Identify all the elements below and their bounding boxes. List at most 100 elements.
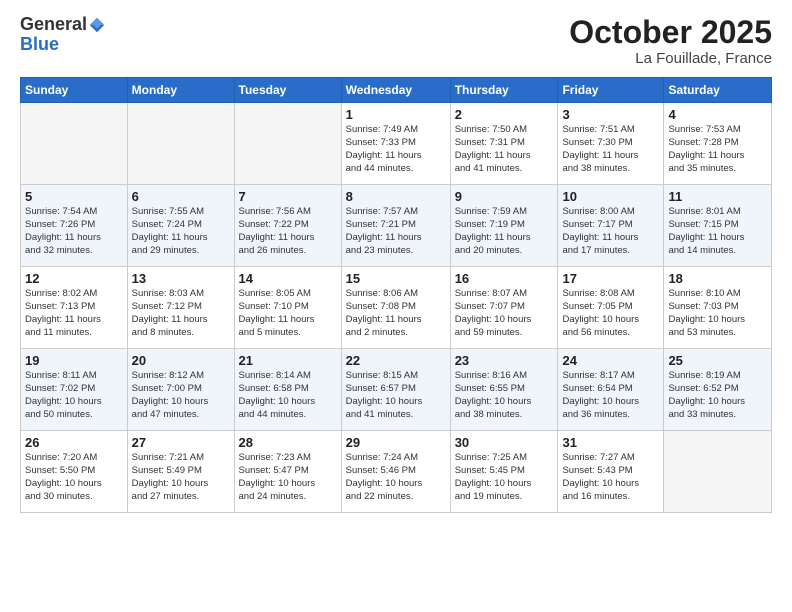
day-number: 23 [455,353,554,368]
title-block: October 2025 La Fouillade, France [569,15,772,67]
calendar-week-row: 12Sunrise: 8:02 AM Sunset: 7:13 PM Dayli… [21,267,772,349]
day-info: Sunrise: 8:17 AM Sunset: 6:54 PM Dayligh… [562,370,659,421]
table-row: 20 Sunrise: 8:12 AM Sunset: 7:00 PM Dayli… [127,349,234,431]
page: General Blue October 2025 La Fouillade, … [0,0,792,612]
day-number: 1 [346,107,446,122]
day-info: Sunrise: 7:49 AM Sunset: 7:33 PM Dayligh… [346,124,446,175]
day-number: 3 [562,107,659,122]
table-row: 5Sunrise: 7:54 AM Sunset: 7:26 PM Daylig… [21,185,128,267]
table-row: 26 Sunrise: 7:20 AM Sunset: 5:50 PM Dayli… [21,431,128,513]
day-number: 26 [25,435,123,450]
day-number: 31 [562,435,659,450]
day-number: 12 [25,271,123,286]
day-info: Sunrise: 8:12 AM Sunset: 7:00 PM Dayligh… [132,370,230,421]
table-row: 11Sunrise: 8:01 AM Sunset: 7:15 PM Dayli… [664,185,772,267]
logo-general-text: General [20,15,87,35]
day-info: Sunrise: 7:20 AM Sunset: 5:50 PM Dayligh… [25,452,123,503]
table-row: 10Sunrise: 8:00 AM Sunset: 7:17 PM Dayli… [558,185,664,267]
day-info: Sunrise: 8:07 AM Sunset: 7:07 PM Dayligh… [455,288,554,339]
day-number: 9 [455,189,554,204]
day-info: Sunrise: 8:08 AM Sunset: 7:05 PM Dayligh… [562,288,659,339]
col-wednesday: Wednesday [341,78,450,103]
day-number: 19 [25,353,123,368]
col-friday: Friday [558,78,664,103]
day-number: 6 [132,189,230,204]
table-row: 18 Sunrise: 8:10 AM Sunset: 7:03 PM Dayli… [664,267,772,349]
table-row: 4 Sunrise: 7:53 AM Sunset: 7:28 PM Daylig… [664,103,772,185]
table-row: 25Sunrise: 8:19 AM Sunset: 6:52 PM Dayli… [664,349,772,431]
day-number: 4 [668,107,767,122]
day-info: Sunrise: 7:23 AM Sunset: 5:47 PM Dayligh… [239,452,337,503]
day-info: Sunrise: 7:51 AM Sunset: 7:30 PM Dayligh… [562,124,659,175]
day-number: 7 [239,189,337,204]
day-number: 21 [239,353,337,368]
day-info: Sunrise: 7:25 AM Sunset: 5:45 PM Dayligh… [455,452,554,503]
day-info: Sunrise: 7:24 AM Sunset: 5:46 PM Dayligh… [346,452,446,503]
table-row: 23Sunrise: 8:16 AM Sunset: 6:55 PM Dayli… [450,349,558,431]
day-info: Sunrise: 7:55 AM Sunset: 7:24 PM Dayligh… [132,206,230,257]
table-row: 9 Sunrise: 7:59 AM Sunset: 7:19 PM Daylig… [450,185,558,267]
day-info: Sunrise: 8:00 AM Sunset: 7:17 PM Dayligh… [562,206,659,257]
header: General Blue October 2025 La Fouillade, … [20,15,772,67]
calendar: Sunday Monday Tuesday Wednesday Thursday… [20,77,772,513]
calendar-week-row: 26 Sunrise: 7:20 AM Sunset: 5:50 PM Dayli… [21,431,772,513]
table-row: 17 Sunrise: 8:08 AM Sunset: 7:05 PM Dayli… [558,267,664,349]
day-number: 11 [668,189,767,204]
day-number: 18 [668,271,767,286]
day-number: 13 [132,271,230,286]
col-tuesday: Tuesday [234,78,341,103]
location-title: La Fouillade, France [569,50,772,67]
table-row: 30Sunrise: 7:25 AM Sunset: 5:45 PM Dayli… [450,431,558,513]
table-row: 8 Sunrise: 7:57 AM Sunset: 7:21 PM Daylig… [341,185,450,267]
calendar-header-row: Sunday Monday Tuesday Wednesday Thursday… [21,78,772,103]
table-row: 24 Sunrise: 8:17 AM Sunset: 6:54 PM Dayli… [558,349,664,431]
table-row: 15Sunrise: 8:06 AM Sunset: 7:08 PM Dayli… [341,267,450,349]
day-info: Sunrise: 7:57 AM Sunset: 7:21 PM Dayligh… [346,206,446,257]
table-row: 16 Sunrise: 8:07 AM Sunset: 7:07 PM Dayli… [450,267,558,349]
col-saturday: Saturday [664,78,772,103]
table-row: 28 Sunrise: 7:23 AM Sunset: 5:47 PM Dayli… [234,431,341,513]
day-number: 29 [346,435,446,450]
table-row [664,431,772,513]
day-number: 15 [346,271,446,286]
day-info: Sunrise: 8:14 AM Sunset: 6:58 PM Dayligh… [239,370,337,421]
table-row: 22Sunrise: 8:15 AM Sunset: 6:57 PM Dayli… [341,349,450,431]
table-row: 13 Sunrise: 8:03 AM Sunset: 7:12 PM Dayli… [127,267,234,349]
col-monday: Monday [127,78,234,103]
day-number: 22 [346,353,446,368]
day-number: 5 [25,189,123,204]
day-number: 8 [346,189,446,204]
day-number: 14 [239,271,337,286]
table-row: 3 Sunrise: 7:51 AM Sunset: 7:30 PM Daylig… [558,103,664,185]
table-row: 31 Sunrise: 7:27 AM Sunset: 5:43 PM Dayli… [558,431,664,513]
day-number: 20 [132,353,230,368]
table-row: 7 Sunrise: 7:56 AM Sunset: 7:22 PM Daylig… [234,185,341,267]
day-number: 28 [239,435,337,450]
day-info: Sunrise: 8:03 AM Sunset: 7:12 PM Dayligh… [132,288,230,339]
table-row: 29 Sunrise: 7:24 AM Sunset: 5:46 PM Dayli… [341,431,450,513]
day-info: Sunrise: 7:56 AM Sunset: 7:22 PM Dayligh… [239,206,337,257]
table-row: 2Sunrise: 7:50 AM Sunset: 7:31 PM Daylig… [450,103,558,185]
table-row: 1 Sunrise: 7:49 AM Sunset: 7:33 PM Daylig… [341,103,450,185]
logo-blue-text: Blue [20,35,106,55]
day-info: Sunrise: 7:27 AM Sunset: 5:43 PM Dayligh… [562,452,659,503]
day-number: 17 [562,271,659,286]
day-number: 24 [562,353,659,368]
logo: General Blue [20,15,106,55]
calendar-week-row: 19Sunrise: 8:11 AM Sunset: 7:02 PM Dayli… [21,349,772,431]
table-row: 19Sunrise: 8:11 AM Sunset: 7:02 PM Dayli… [21,349,128,431]
day-info: Sunrise: 7:59 AM Sunset: 7:19 PM Dayligh… [455,206,554,257]
month-title: October 2025 [569,15,772,50]
logo-icon [88,16,106,34]
table-row [127,103,234,185]
day-info: Sunrise: 7:50 AM Sunset: 7:31 PM Dayligh… [455,124,554,175]
day-info: Sunrise: 7:21 AM Sunset: 5:49 PM Dayligh… [132,452,230,503]
day-info: Sunrise: 8:19 AM Sunset: 6:52 PM Dayligh… [668,370,767,421]
day-info: Sunrise: 8:10 AM Sunset: 7:03 PM Dayligh… [668,288,767,339]
day-number: 16 [455,271,554,286]
col-thursday: Thursday [450,78,558,103]
table-row: 21 Sunrise: 8:14 AM Sunset: 6:58 PM Dayli… [234,349,341,431]
day-info: Sunrise: 8:05 AM Sunset: 7:10 PM Dayligh… [239,288,337,339]
day-info: Sunrise: 7:53 AM Sunset: 7:28 PM Dayligh… [668,124,767,175]
table-row [234,103,341,185]
